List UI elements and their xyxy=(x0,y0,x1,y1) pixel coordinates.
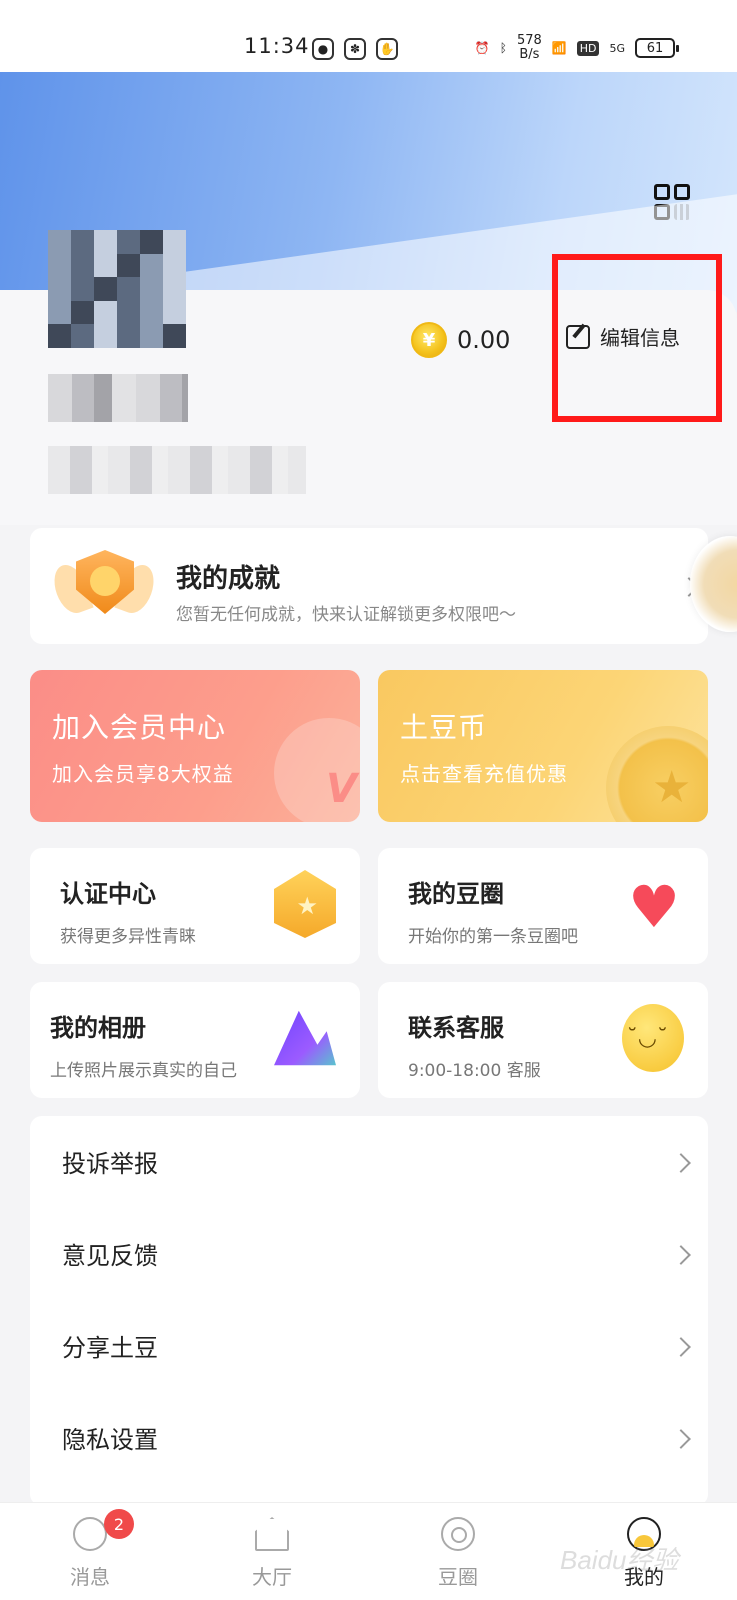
menu-item-privacy[interactable]: 隐私设置 xyxy=(30,1392,708,1484)
home-icon xyxy=(255,1517,289,1551)
nav-me[interactable]: 我的 xyxy=(584,1517,704,1590)
alarm-icon: ⏰ xyxy=(474,41,490,55)
customer-service-card[interactable]: 联系客服 9:00-18:00 客服 ˘◡˘ xyxy=(378,982,708,1098)
achievement-subtitle: 您暂无任何成就，快来认证解锁更多权限吧～ xyxy=(176,605,516,625)
qr-code-icon[interactable] xyxy=(654,184,690,220)
menu-item-label: 隐私设置 xyxy=(62,1426,158,1454)
coin-balance[interactable]: ¥ 0.00 xyxy=(411,322,510,358)
nav-messages-label: 消息 xyxy=(70,1565,110,1589)
service-title: 联系客服 xyxy=(408,1014,504,1042)
edit-info-label: 编辑信息 xyxy=(600,326,680,350)
wifi-icon: 📶 xyxy=(551,41,567,55)
menu-item-share[interactable]: 分享土豆 xyxy=(30,1300,708,1392)
status-notification-icons: ● ✽ ✋ xyxy=(312,38,398,60)
coin-value: 0.00 xyxy=(457,326,511,354)
potato-coin-card[interactable]: ★ 土豆币 点击查看充值优惠 xyxy=(378,670,708,822)
bluetooth-icon: ᛒ xyxy=(499,41,507,55)
service-subtitle: 9:00-18:00 客服 xyxy=(408,1061,541,1081)
album-title: 我的相册 xyxy=(50,1014,146,1042)
vip-v-icon: V xyxy=(326,766,357,812)
status-time: 11:34 xyxy=(244,34,310,58)
medal-star-icon: ★ xyxy=(296,892,318,920)
member-center-card[interactable]: V 加入会员中心 加入会员享8大权益 xyxy=(30,670,360,822)
cert-subtitle: 获得更多异性青睐 xyxy=(60,927,196,947)
menu-item-label: 意见反馈 xyxy=(62,1242,158,1270)
face-eyes-icon: ˘◡˘ xyxy=(626,1026,668,1051)
edit-icon xyxy=(566,324,590,349)
status-right: ⏰ ᛒ 578 B/s 📶 HD 5G 61 xyxy=(474,34,679,62)
album-subtitle: 上传照片展示真实的自己 xyxy=(50,1061,237,1081)
nav-messages[interactable]: 2 消息 xyxy=(30,1509,150,1590)
photo-icon xyxy=(274,1010,336,1066)
menu-item-label: 分享土豆 xyxy=(62,1334,158,1362)
coin-card-title: 土豆币 xyxy=(400,711,488,744)
net-speed-value: 578 xyxy=(516,33,542,48)
coin-card-subtitle: 点击查看充值优惠 xyxy=(400,762,568,786)
status-bar: 11:34 ● ✽ ✋ ⏰ ᛒ 578 B/s 📶 HD 5G 61 xyxy=(0,0,737,72)
hd-icon: HD xyxy=(576,40,600,56)
member-card-subtitle: 加入会员享8大权益 xyxy=(52,762,234,786)
circle-feed-icon xyxy=(441,1517,475,1551)
menu-item-report[interactable]: 投诉举报 xyxy=(30,1116,708,1208)
achievement-title: 我的成就 xyxy=(176,564,281,594)
user-id-blurred xyxy=(48,446,306,494)
profile-icon xyxy=(627,1517,661,1551)
nav-circle-label: 豆圈 xyxy=(438,1565,478,1589)
circle-subtitle: 开始你的第一条豆圈吧 xyxy=(408,927,578,947)
message-count-badge: 2 xyxy=(104,1509,134,1539)
my-circle-card[interactable]: 我的豆圈 开始你的第一条豆圈吧 ♥ xyxy=(378,848,708,964)
nav-hall-label: 大厅 xyxy=(252,1565,292,1589)
cert-title: 认证中心 xyxy=(60,880,156,908)
avatar[interactable] xyxy=(48,230,186,348)
achievement-badge-icon xyxy=(48,546,160,626)
signal-icon: 5G xyxy=(609,41,625,55)
heart-icon: ♥ xyxy=(628,873,680,941)
username-blurred xyxy=(48,374,188,422)
edit-info-button[interactable]: 编辑信息 xyxy=(566,322,680,351)
net-speed: 578 B/s xyxy=(517,34,542,62)
nav-hall[interactable]: 大厅 xyxy=(212,1517,332,1590)
circle-title: 我的豆圈 xyxy=(408,880,504,908)
baidu-icon: ✽ xyxy=(344,38,366,60)
my-album-card[interactable]: 我的相册 上传照片展示真实的自己 xyxy=(30,982,360,1098)
achievement-card[interactable]: 我的成就 您暂无任何成就，快来认证解锁更多权限吧～ xyxy=(30,528,708,644)
net-speed-unit: B/s xyxy=(519,47,540,62)
hand-icon: ✋ xyxy=(376,38,398,60)
settings-list: 投诉举报 意见反馈 分享土豆 隐私设置 xyxy=(30,1116,708,1506)
menu-item-feedback[interactable]: 意见反馈 xyxy=(30,1208,708,1300)
coin-icon: ¥ xyxy=(411,322,447,358)
battery-icon: 61 xyxy=(635,38,679,58)
chat-bubble-icon xyxy=(73,1517,107,1551)
nav-me-label: 我的 xyxy=(624,1565,664,1589)
nav-circle[interactable]: 豆圈 xyxy=(398,1517,518,1590)
member-card-title: 加入会员中心 xyxy=(52,711,227,744)
star-icon: ★ xyxy=(652,762,692,813)
wechat-icon: ● xyxy=(312,38,334,60)
chevron-right-icon xyxy=(671,1337,691,1357)
chevron-right-icon xyxy=(671,1153,691,1173)
chevron-right-icon xyxy=(671,1429,691,1449)
certification-center-card[interactable]: 认证中心 获得更多异性青睐 ★ xyxy=(30,848,360,964)
chevron-right-icon xyxy=(671,1245,691,1265)
bottom-navigation: 2 消息 大厅 豆圈 我的 xyxy=(0,1502,737,1600)
menu-item-label: 投诉举报 xyxy=(62,1150,158,1178)
